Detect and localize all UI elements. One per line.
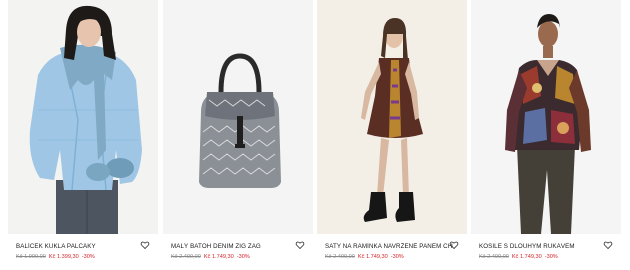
product-title[interactable]: ŠATY NA RAMÍNKA NAVRŽENÉ PANEM CHRISTIAN… [325,243,453,250]
discount-badge: -30% [390,254,404,260]
product-card[interactable]: KOŠILE S DLOUHÝM RUKÁVEM Kč 2.499,00 Kč 1… [471,0,621,270]
sale-price: Kč 1.749,30 [511,254,542,260]
price-row: Kč 2.499,00 Kč 1.749,30 -30% [171,254,250,260]
product-info: ŠATY NA RAMÍNKA NAVRŽENÉ PANEM CHRISTIAN… [317,236,467,270]
product-title[interactable]: KOŠILE S DLOUHÝM RUKÁVEM [479,243,607,250]
old-price: Kč 2.499,00 [479,254,509,260]
product-card[interactable]: MALÝ BATOH DENIM ZIG ZAG Kč 2.499,00 Kč 1… [163,0,313,270]
product-grid: BALÍČEK KUKLA PALČÁKY Kč 1.999,00 Kč 1.39… [0,0,630,270]
old-price: Kč 2.499,00 [171,254,201,260]
discount-badge: -30% [81,254,95,260]
price-row: Kč 2.499,00 Kč 1.749,30 -30% [325,254,404,260]
price-row: Kč 1.999,00 Kč 1.399,30 -30% [16,254,95,260]
heart-outline-icon[interactable] [140,240,150,250]
old-price: Kč 2.499,00 [325,254,355,260]
heart-outline-icon[interactable] [295,240,305,250]
product-card[interactable]: ŠATY NA RAMÍNKA NAVRŽENÉ PANEM CHRISTIAN… [317,0,467,270]
heart-outline-icon[interactable] [449,240,459,250]
product-title[interactable]: BALÍČEK KUKLA PALČÁKY [16,243,144,250]
sale-price: Kč 1.399,30 [48,254,79,260]
product-title[interactable]: MALÝ BATOH DENIM ZIG ZAG [171,243,299,250]
price-row: Kč 2.499,00 Kč 1.749,30 -30% [479,254,558,260]
product-info: MALÝ BATOH DENIM ZIG ZAG Kč 2.499,00 Kč 1… [163,236,313,270]
product-info: BALÍČEK KUKLA PALČÁKY Kč 1.999,00 Kč 1.39… [8,236,158,270]
product-image[interactable] [317,0,467,234]
sale-price: Kč 1.749,30 [203,254,234,260]
product-image[interactable] [8,0,158,234]
product-card[interactable]: BALÍČEK KUKLA PALČÁKY Kč 1.999,00 Kč 1.39… [8,0,158,270]
sale-price: Kč 1.749,30 [357,254,388,260]
old-price: Kč 1.999,00 [16,254,46,260]
product-info: KOŠILE S DLOUHÝM RUKÁVEM Kč 2.499,00 Kč 1… [471,236,621,270]
heart-outline-icon[interactable] [603,240,613,250]
discount-badge: -30% [236,254,250,260]
discount-badge: -30% [544,254,558,260]
product-image[interactable] [163,0,313,234]
product-image[interactable] [471,0,621,234]
